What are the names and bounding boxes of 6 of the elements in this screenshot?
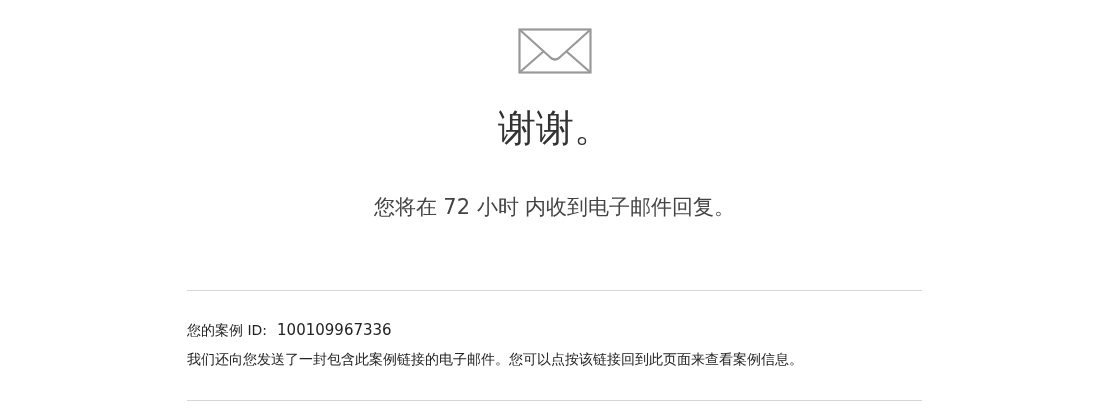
case-id-value: 100109967336 [277,321,392,339]
email-note: 我们还向您发送了一封包含此案例链接的电子邮件。您可以点按该链接回到此页面来查看案例信息。 [187,350,804,369]
page-title: 谢谢。 [497,105,612,152]
case-id-label: 您的案例 ID: [187,322,268,340]
envelope-icon [517,28,592,74]
reply-message: 您将在 72 小时 内收到电子邮件回复。 [373,194,736,221]
